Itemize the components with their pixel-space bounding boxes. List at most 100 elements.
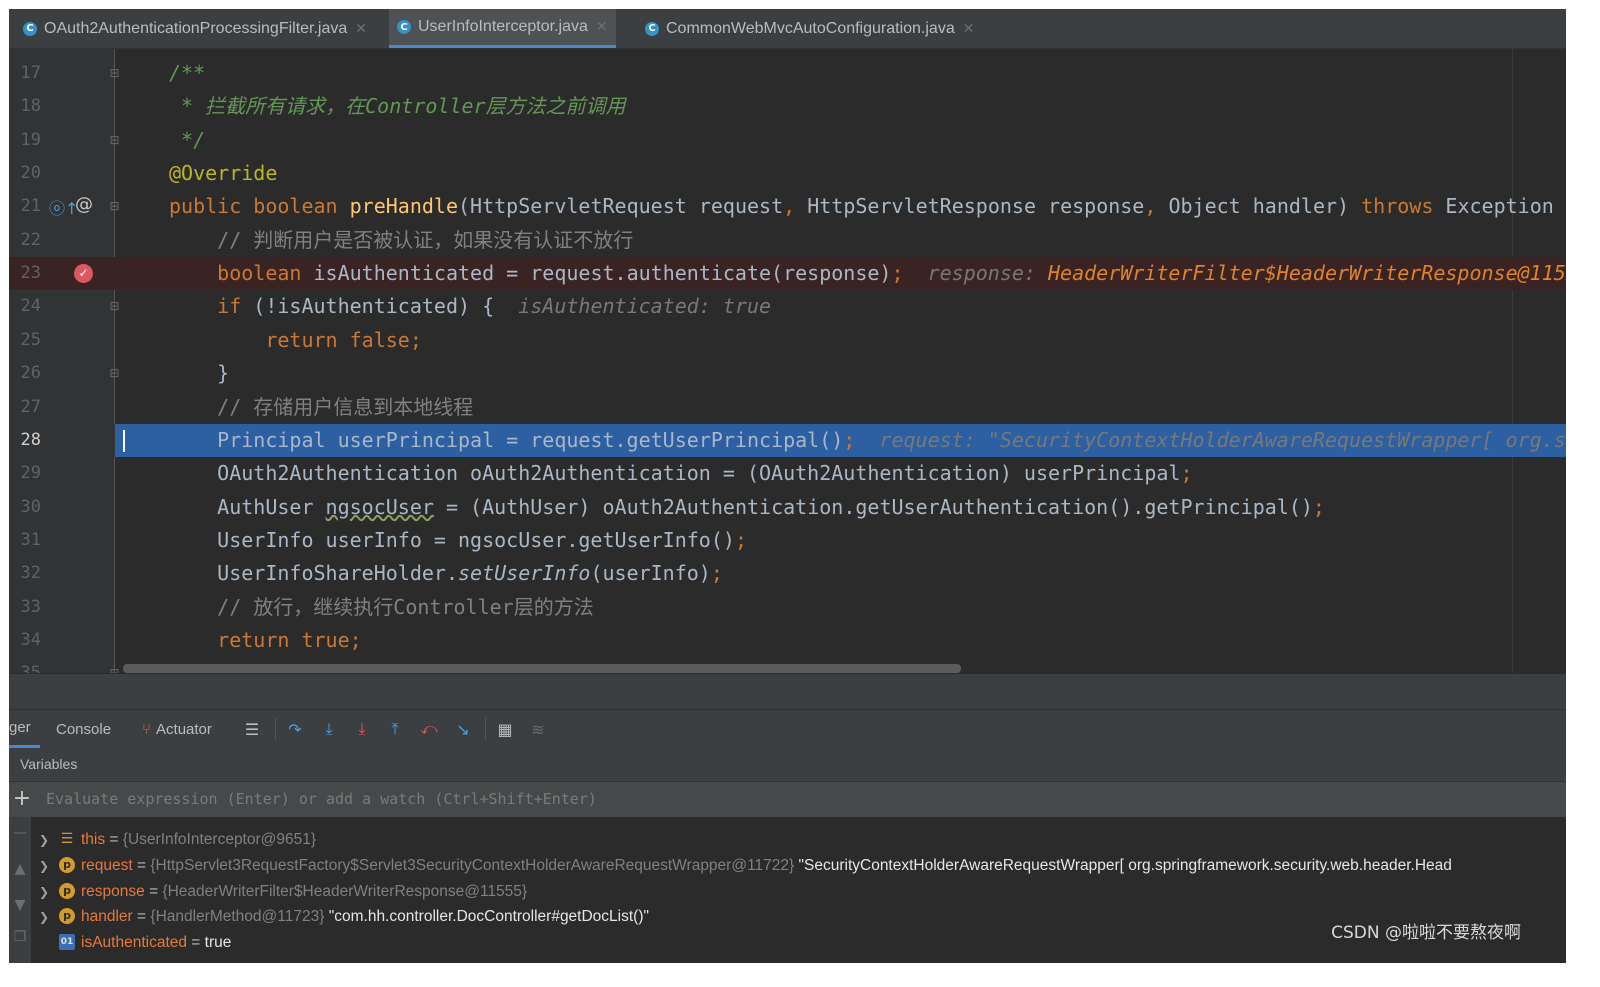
variable-type: {HttpServlet3RequestFactory$Servlet3Secu… [150, 856, 795, 874]
code-line[interactable]: 18 * 拦截所有请求，在Controller层方法之前调用 [9, 90, 1566, 123]
code-token: UserInfoShareHolder. [169, 561, 458, 586]
list-icon[interactable]: ☰ [242, 719, 262, 739]
variable-row[interactable]: 01 isAuthenticated = true [39, 930, 231, 956]
code-token: return false; [169, 327, 422, 352]
code-line[interactable]: 28 Principal userPrincipal = request.get… [9, 423, 1566, 457]
minus-icon[interactable]: — [11, 825, 29, 841]
variable-value: "SecurityContextHolderAwareRequestWrappe… [794, 856, 1452, 874]
variable-row[interactable]: ❯ p handler = {HandlerMethod@11723} "com.h… [39, 904, 649, 930]
code-line[interactable]: 30 AuthUser ngsocUser = (AuthUser) oAuth… [9, 491, 1566, 524]
evaluate-icon[interactable]: ▦ [495, 719, 515, 739]
horizontal-scrollbar[interactable] [123, 664, 961, 673]
code-text[interactable]: AuthUser ngsocUser = (AuthUser) oAuth2Au… [169, 491, 1325, 524]
code-line[interactable]: 31 UserInfo userInfo = ngsocUser.getUser… [9, 524, 1566, 557]
code-text[interactable]: return true; [169, 624, 362, 657]
up-arrow-icon[interactable]: ▲ [11, 861, 29, 877]
close-icon[interactable]: ✕ [355, 21, 367, 37]
ide-window: C OAuth2AuthenticationProcessingFilter.j… [9, 9, 1566, 963]
code-line[interactable]: 24 ⊟ if (!isAuthenticated) { isAuthentica… [9, 290, 1566, 323]
tab-common-webmvc-config[interactable]: C CommonWebMvcAutoConfiguration.java ✕ [645, 9, 974, 48]
code-line[interactable]: 25 return false; [9, 324, 1566, 357]
chevron-right-icon[interactable]: ❯ [39, 827, 55, 853]
tab-userinfo-interceptor[interactable]: C UserInfoInterceptor.java ✕ [389, 9, 616, 48]
code-token: } [169, 361, 230, 386]
variable-row[interactable]: ❯ p request = {HttpServlet3RequestFactory$… [39, 853, 1452, 879]
code-text[interactable]: @Override [169, 157, 277, 190]
fold-icon[interactable]: ⊟ [109, 367, 120, 380]
line-number: 34 [20, 629, 41, 650]
toolbar-separator [275, 718, 276, 740]
fold-icon[interactable]: ⊟ [109, 67, 120, 80]
annotation-icon[interactable]: @ [75, 194, 93, 215]
code-editor[interactable]: 17 ⊟/** 18 * 拦截所有请求，在Controller层方法之前调用 19 ⊟ … [9, 49, 1566, 673]
code-line[interactable]: 29 OAuth2Authentication oAuth2Authentica… [9, 457, 1566, 490]
code-line[interactable]: 19 ⊟ */ [9, 124, 1566, 157]
fold-icon[interactable]: ⊟ [109, 300, 120, 313]
step-out-icon[interactable]: ⤒ [385, 719, 405, 739]
code-text[interactable]: * 拦截所有请求，在Controller层方法之前调用 [169, 90, 626, 123]
evaluate-expression-input[interactable]: Evaluate expression (Enter) or add a wat… [46, 782, 597, 817]
code-line[interactable]: 34 return true; [9, 624, 1566, 657]
class-icon: C [645, 21, 659, 36]
code-line[interactable]: 32 UserInfoShareHolder.setUserInfo(userI… [9, 557, 1566, 590]
override-method-icon[interactable]: ⓞ↑ [49, 195, 78, 219]
code-line[interactable]: 26 ⊟ } [9, 357, 1566, 390]
tab-oauth2-filter[interactable]: C OAuth2AuthenticationProcessingFilter.j… [23, 9, 367, 48]
code-text[interactable]: Principal userPrincipal = request.getUse… [169, 424, 1566, 457]
line-number: 22 [20, 229, 41, 250]
step-into-icon[interactable]: ⤓ [319, 719, 339, 739]
trace-icon[interactable]: ≋ [528, 719, 548, 739]
close-icon[interactable]: ✕ [596, 19, 608, 35]
chevron-right-icon[interactable]: ❯ [39, 904, 55, 930]
variable-name: request [81, 856, 133, 874]
variable-row[interactable]: ❯ p response = {HeaderWriterFilter$HeaderW… [39, 879, 527, 905]
code-text[interactable]: UserInfoShareHolder.setUserInfo(userInfo… [169, 557, 723, 590]
code-line[interactable]: 22 // 判断用户是否被认证，如果没有认证不放行 [9, 224, 1566, 257]
chevron-right-icon[interactable]: ❯ [39, 853, 55, 879]
down-arrow-icon[interactable]: ▼ [11, 897, 29, 913]
code-line[interactable]: 27 // 存储用户信息到本地线程 [9, 391, 1566, 424]
code-line[interactable]: 17 ⊟ /** [9, 57, 1566, 90]
code-token: OAuth2Authentication oAuth2Authenticatio… [169, 461, 1181, 486]
variable-type: {HeaderWriterFilter$HeaderWriterResponse… [162, 882, 528, 900]
code-text[interactable]: OAuth2Authentication oAuth2Authenticatio… [169, 457, 1193, 490]
line-number: 33 [20, 596, 41, 617]
code-token: request: "SecurityContextHolderAwareRequ… [879, 427, 1566, 452]
tab-actuator[interactable]: ⑂ Actuator [142, 710, 212, 748]
step-over-icon[interactable]: ↷ [285, 719, 305, 739]
code-text[interactable]: if (!isAuthenticated) { isAuthenticated:… [169, 290, 771, 323]
drop-frame-icon[interactable]: ⤺ [419, 719, 439, 739]
code-text[interactable]: return false; [169, 324, 422, 357]
fold-icon[interactable]: ⊟ [109, 200, 120, 213]
code-text[interactable]: // 放行，继续执行Controller层的方法 [169, 591, 594, 624]
code-text[interactable]: /** [169, 57, 205, 90]
code-line[interactable]: 23 ✓ boolean isAuthenticated = request.au… [9, 257, 1566, 291]
code-text[interactable]: } [169, 357, 229, 390]
line-number: 32 [20, 563, 41, 584]
code-text[interactable]: public boolean preHandle(HttpServletRequ… [169, 190, 1566, 223]
variable-row[interactable]: ❯ ☰ this = {UserInfoInterceptor@9651} [39, 827, 316, 853]
run-to-cursor-icon[interactable]: ↘ [453, 719, 473, 739]
variable-equals: = [187, 934, 205, 952]
code-text[interactable]: // 存储用户信息到本地线程 [169, 391, 473, 424]
code-line[interactable]: 21 ⊟ ⓞ↑ @ public boolean preHandle(HttpServl… [9, 190, 1566, 223]
code-text[interactable]: UserInfo userInfo = ngsocUser.getUserInf… [169, 524, 747, 557]
add-watch-button[interactable]: + [11, 786, 33, 812]
code-text[interactable]: // 判断用户是否被认证，如果没有认证不放行 [169, 224, 633, 257]
line-number: 24 [20, 296, 41, 317]
code-token: @Override [169, 161, 278, 186]
code-text[interactable]: boolean isAuthenticated = request.authen… [169, 257, 1566, 290]
code-line[interactable]: 20 @Override [9, 157, 1566, 190]
code-token: ; [1180, 461, 1193, 486]
tab-console[interactable]: Console [56, 710, 111, 748]
fold-icon[interactable]: ⊟ [109, 133, 120, 147]
breakpoint-icon[interactable]: ✓ [74, 264, 93, 284]
code-token: Controller [365, 94, 486, 119]
close-icon[interactable]: ✕ [963, 21, 975, 37]
copy-icon[interactable]: ❐ [11, 929, 29, 945]
force-step-into-icon[interactable]: ⤓ [352, 719, 372, 739]
code-text[interactable]: */ [169, 124, 205, 157]
code-line[interactable]: 33 // 放行，继续执行Controller层的方法 [9, 591, 1566, 624]
tab-debugger[interactable]: ger [9, 710, 40, 748]
chevron-right-icon[interactable]: ❯ [39, 879, 55, 905]
